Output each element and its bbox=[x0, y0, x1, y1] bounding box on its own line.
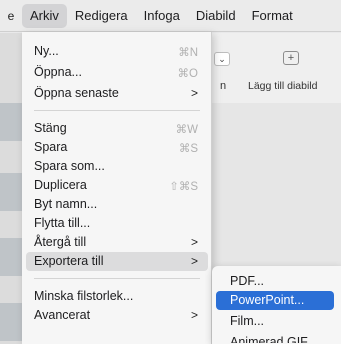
submenu-item-animated-gif[interactable]: Animerad GIF... bbox=[216, 333, 334, 343]
menu-item-open-recent[interactable]: Öppna senaste > bbox=[26, 84, 208, 103]
menubar-item-partial[interactable]: e bbox=[0, 0, 22, 32]
slide-thumbnail[interactable] bbox=[0, 303, 22, 341]
slide-thumbnail-strip bbox=[0, 33, 22, 344]
submenu-item-pdf[interactable]: PDF... bbox=[216, 272, 334, 291]
chevron-right-icon: > bbox=[190, 86, 198, 100]
chevron-right-icon: > bbox=[190, 254, 198, 268]
menu-item-advanced[interactable]: Avancerat > bbox=[26, 306, 208, 325]
submenu-item-film[interactable]: Film... bbox=[216, 312, 334, 331]
shortcut-label: ⌘W bbox=[175, 124, 198, 136]
shortcut-label: ⌘O bbox=[177, 68, 198, 80]
menu-item-close[interactable]: Stäng ⌘W bbox=[26, 119, 208, 138]
chevron-right-icon: > bbox=[190, 235, 198, 249]
submenu-item-powerpoint[interactable]: PowerPoint... bbox=[216, 291, 334, 310]
toolbar-area bbox=[212, 33, 341, 103]
menu-item-open[interactable]: Öppna... ⌘O bbox=[26, 63, 208, 82]
add-slide-label[interactable]: Lägg till diabild bbox=[248, 80, 317, 92]
menu-item-revert-to[interactable]: Återgå till > bbox=[26, 233, 208, 252]
menu-bar: e Arkiv Redigera Infoga Diabild Format bbox=[0, 0, 341, 32]
plus-icon[interactable]: + bbox=[283, 51, 299, 65]
file-menu: Ny... ⌘N Öppna... ⌘O Öppna senaste > Stä… bbox=[22, 32, 212, 344]
menubar-item-infoga[interactable]: Infoga bbox=[136, 4, 188, 28]
menubar-item-redigera[interactable]: Redigera bbox=[67, 4, 136, 28]
menu-item-duplicate[interactable]: Duplicera ⇧⌘S bbox=[26, 176, 208, 195]
shortcut-label: ⌘N bbox=[178, 47, 198, 59]
menu-item-save[interactable]: Spara ⌘S bbox=[26, 138, 208, 157]
toolbar-label-partial: n bbox=[220, 80, 227, 92]
slide-thumbnail[interactable] bbox=[0, 238, 22, 276]
menu-item-move-to[interactable]: Flytta till... bbox=[26, 214, 208, 233]
view-dropdown[interactable]: ⌄ bbox=[214, 52, 230, 66]
chevron-right-icon: > bbox=[190, 308, 198, 322]
menu-item-new[interactable]: Ny... ⌘N bbox=[26, 42, 208, 61]
menu-item-export-to[interactable]: Exportera till > bbox=[26, 252, 208, 271]
shortcut-label: ⌘S bbox=[178, 143, 198, 155]
menu-item-rename[interactable]: Byt namn... bbox=[26, 195, 208, 214]
menu-item-reduce-file-size[interactable]: Minska filstorlek... bbox=[26, 287, 208, 306]
menu-separator bbox=[34, 110, 200, 111]
export-submenu: PDF... PowerPoint... Film... Animerad GI… bbox=[212, 266, 341, 344]
menu-separator bbox=[34, 278, 200, 279]
menubar-item-arkiv[interactable]: Arkiv bbox=[22, 3, 67, 28]
slide-thumbnail[interactable] bbox=[0, 103, 22, 141]
menu-item-save-as[interactable]: Spara som... bbox=[26, 157, 208, 176]
slide-thumbnail[interactable] bbox=[0, 173, 22, 211]
menubar-item-format[interactable]: Format bbox=[244, 4, 301, 28]
menubar-item-diabild[interactable]: Diabild bbox=[188, 4, 244, 28]
shortcut-label: ⇧⌘S bbox=[169, 181, 198, 193]
chevron-down-icon: ⌄ bbox=[218, 54, 226, 64]
